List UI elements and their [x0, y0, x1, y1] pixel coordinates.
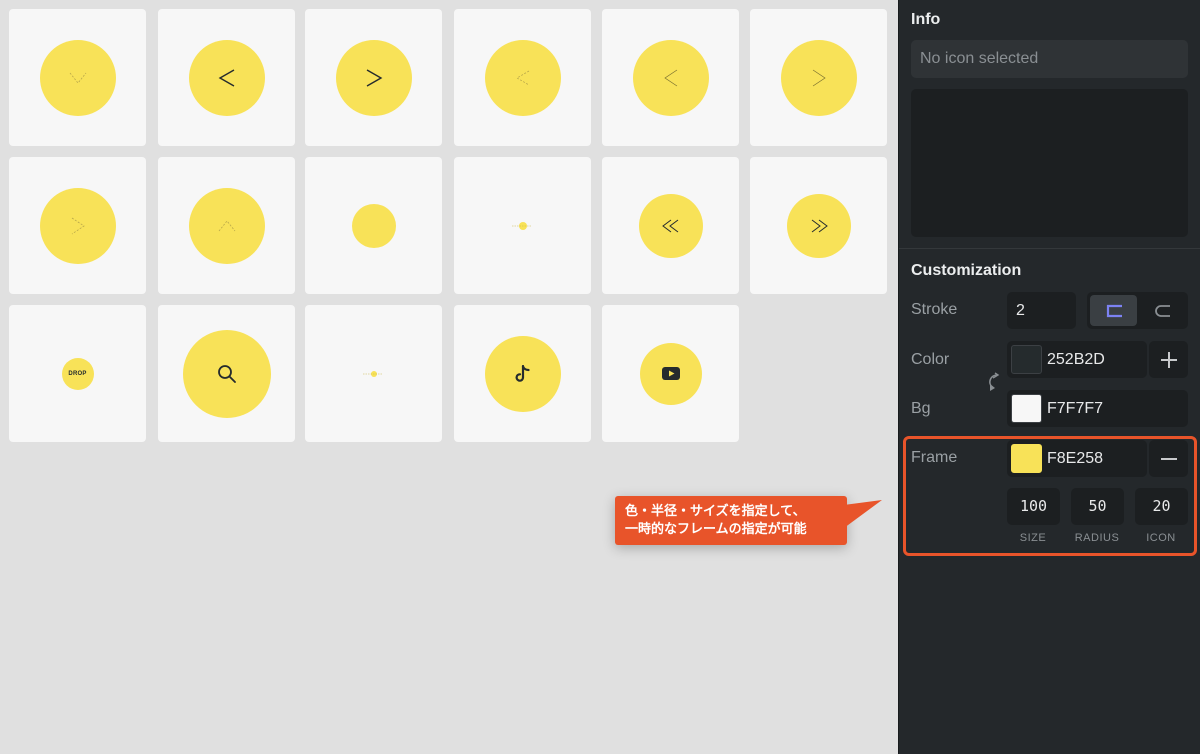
customization-title: Customization — [911, 262, 1022, 279]
icon-frame — [632, 39, 709, 116]
icon-preview — [911, 89, 1188, 237]
bg-color-swatch[interactable] — [1011, 394, 1042, 423]
icon-frame — [780, 39, 857, 116]
icon-tile[interactable] — [305, 9, 442, 146]
icon-frame — [39, 187, 116, 264]
double-chevron-right-icon — [811, 219, 828, 232]
chevron-left-thin-icon — [663, 69, 677, 86]
icon-frame — [484, 39, 561, 116]
frame-radius-input[interactable]: 50 — [1071, 488, 1124, 525]
icon-tile[interactable] — [602, 305, 739, 442]
icon-frame — [182, 329, 271, 418]
plus-icon — [1160, 351, 1177, 368]
minus-icon — [1160, 457, 1177, 460]
icon-frame — [188, 187, 265, 264]
round-join-option[interactable] — [1138, 295, 1185, 326]
icon-tile[interactable] — [9, 9, 146, 146]
frame-label: Frame — [911, 449, 958, 466]
icon-frame — [638, 193, 703, 258]
youtube-icon — [661, 367, 680, 380]
bg-label: Bg — [911, 400, 931, 417]
frame-color-field[interactable]: F8E258 — [1007, 440, 1147, 477]
round-join-icon — [1154, 304, 1170, 317]
icon-frame — [786, 193, 851, 258]
icon-tile[interactable] — [305, 305, 442, 442]
stroke-label: Stroke — [911, 301, 958, 318]
frame-size-input[interactable]: 100 — [1007, 488, 1060, 525]
tiktok-icon — [515, 364, 530, 382]
icon-tile[interactable] — [454, 305, 591, 442]
blank-circle-icon — [351, 203, 396, 248]
tiny-dash-icon — [512, 225, 532, 227]
chevron-up-faint-icon — [218, 219, 235, 231]
icon-tile[interactable] — [454, 9, 591, 146]
sidebar-panel: Info No icon selected Customization Stro… — [898, 0, 1200, 754]
color-swatch[interactable] — [1011, 345, 1042, 374]
icon-frame — [639, 342, 702, 405]
chevron-left-faint-icon — [515, 70, 529, 85]
chevron-right-thin-icon — [812, 69, 826, 86]
frame-icon-size-label: ICON — [1146, 532, 1176, 544]
frame-icon-size-input[interactable]: 20 — [1135, 488, 1188, 525]
frame-color-hex: F8E258 — [1047, 450, 1104, 467]
add-frame-button[interactable] — [1149, 341, 1188, 378]
section-divider — [899, 248, 1200, 249]
drop-logo-text: DROP — [68, 370, 87, 377]
icon-tile[interactable] — [9, 157, 146, 294]
square-join-icon — [1106, 304, 1122, 317]
info-title: Info — [911, 11, 941, 28]
color-label: Color — [911, 351, 950, 368]
icon-frame — [484, 335, 561, 412]
frame-color-swatch[interactable] — [1011, 444, 1042, 473]
icon-tile[interactable] — [158, 9, 295, 146]
icon-tile[interactable] — [158, 305, 295, 442]
drop-logo-icon: DROP — [61, 357, 94, 390]
icon-tile[interactable] — [158, 157, 295, 294]
square-join-option[interactable] — [1090, 295, 1137, 326]
remove-frame-button[interactable] — [1149, 440, 1188, 477]
bg-color-field[interactable]: F7F7F7 — [1007, 390, 1188, 427]
chevron-right-faint-icon — [71, 217, 85, 234]
icon-tile[interactable] — [305, 157, 442, 294]
double-chevron-left-icon — [661, 219, 678, 232]
bg-color-hex: F7F7F7 — [1047, 400, 1104, 417]
callout-pointer — [836, 500, 882, 528]
frame-radius-label: RADIUS — [1074, 532, 1120, 544]
stroke-join-toggle — [1087, 292, 1188, 329]
color-hex: 252B2D — [1047, 351, 1105, 368]
icon-frame — [39, 39, 116, 116]
icon-frame — [335, 39, 412, 116]
selected-icon-name: No icon selected — [911, 40, 1188, 78]
swap-colors-icon[interactable] — [987, 372, 1001, 394]
icon-tile[interactable]: DROP — [9, 305, 146, 442]
chevron-right-icon — [366, 68, 382, 87]
callout-annotation: 色・半径・サイズを指定して、 一時的なフレームの指定が可能 — [615, 496, 847, 545]
chevron-down-faint-icon — [69, 72, 86, 84]
callout-line-2: 一時的なフレームの指定が可能 — [625, 521, 807, 536]
icon-tile[interactable] — [454, 157, 591, 294]
icon-tile[interactable] — [602, 9, 739, 146]
stroke-width-input[interactable]: 2 — [1007, 292, 1076, 329]
icon-frame — [188, 39, 265, 116]
callout-line-1: 色・半径・サイズを指定して、 — [625, 503, 806, 518]
frame-size-label: SIZE — [1019, 532, 1047, 544]
search-icon — [217, 364, 236, 383]
chevron-left-icon — [218, 68, 234, 87]
tiny-dash-icon — [363, 373, 383, 375]
icon-tile[interactable] — [750, 157, 887, 294]
color-field[interactable]: 252B2D — [1007, 341, 1147, 378]
icon-tile[interactable] — [750, 9, 887, 146]
icon-tile[interactable] — [602, 157, 739, 294]
icon-grid: DROP — [0, 0, 898, 754]
